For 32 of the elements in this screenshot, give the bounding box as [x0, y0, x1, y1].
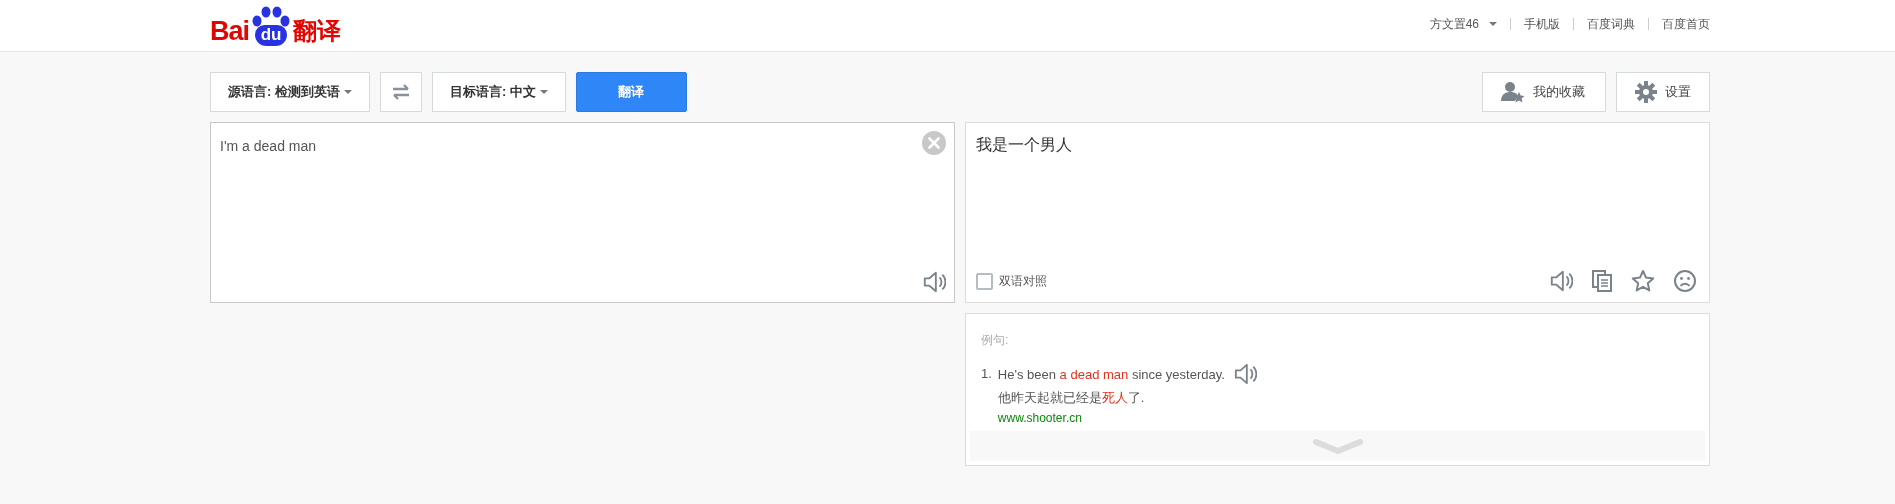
settings-button[interactable]: 设置: [1616, 72, 1710, 112]
swap-arrows-icon: [390, 83, 411, 101]
speaker-icon[interactable]: [1232, 363, 1257, 385]
header-link[interactable]: 百度首页: [1662, 15, 1710, 33]
header-link[interactable]: 手机版: [1524, 15, 1560, 33]
logo-text[interactable]: Bai: [210, 16, 250, 46]
examples-title: 例句:: [981, 332, 1010, 349]
source-language-dropdown[interactable]: 源语言: 检测到英语: [210, 72, 370, 112]
translate-button[interactable]: 翻译: [575, 72, 687, 112]
speaker-icon[interactable]: [1549, 269, 1573, 293]
checkbox[interactable]: [976, 272, 993, 290]
chevron-down-icon: [1311, 438, 1364, 454]
logo-badge[interactable]: du: [251, 6, 292, 46]
sad-face-icon[interactable]: [1673, 269, 1697, 293]
example-translation: 他昨天起就已经是死人了.: [997, 389, 1146, 407]
user-menu[interactable]: 方文置46: [1429, 15, 1497, 33]
copy-icon[interactable]: [1591, 269, 1613, 293]
star-icon[interactable]: [1631, 269, 1655, 293]
target-language-dropdown[interactable]: 目标语言: 中文: [431, 72, 566, 112]
list-number: 1.: [981, 365, 992, 383]
source-text-input[interactable]: I'm a dead man: [210, 122, 955, 303]
header-link[interactable]: 百度词典: [1587, 15, 1635, 33]
speaker-icon[interactable]: [922, 270, 946, 294]
translation-text: 我是一个男人: [976, 135, 1073, 155]
gear-icon: [1635, 81, 1657, 103]
logo-product[interactable]: 翻译: [293, 16, 342, 46]
source-link[interactable]: www.shooter.cn: [997, 411, 1257, 425]
user-star-icon: [1501, 81, 1525, 103]
swap-button[interactable]: [379, 72, 422, 112]
favorites-button[interactable]: 我的收藏: [1482, 72, 1606, 112]
checkbox-label: 双语对照: [999, 272, 1047, 290]
example-sentence: He's been a dead man since yesterday.: [997, 366, 1225, 382]
